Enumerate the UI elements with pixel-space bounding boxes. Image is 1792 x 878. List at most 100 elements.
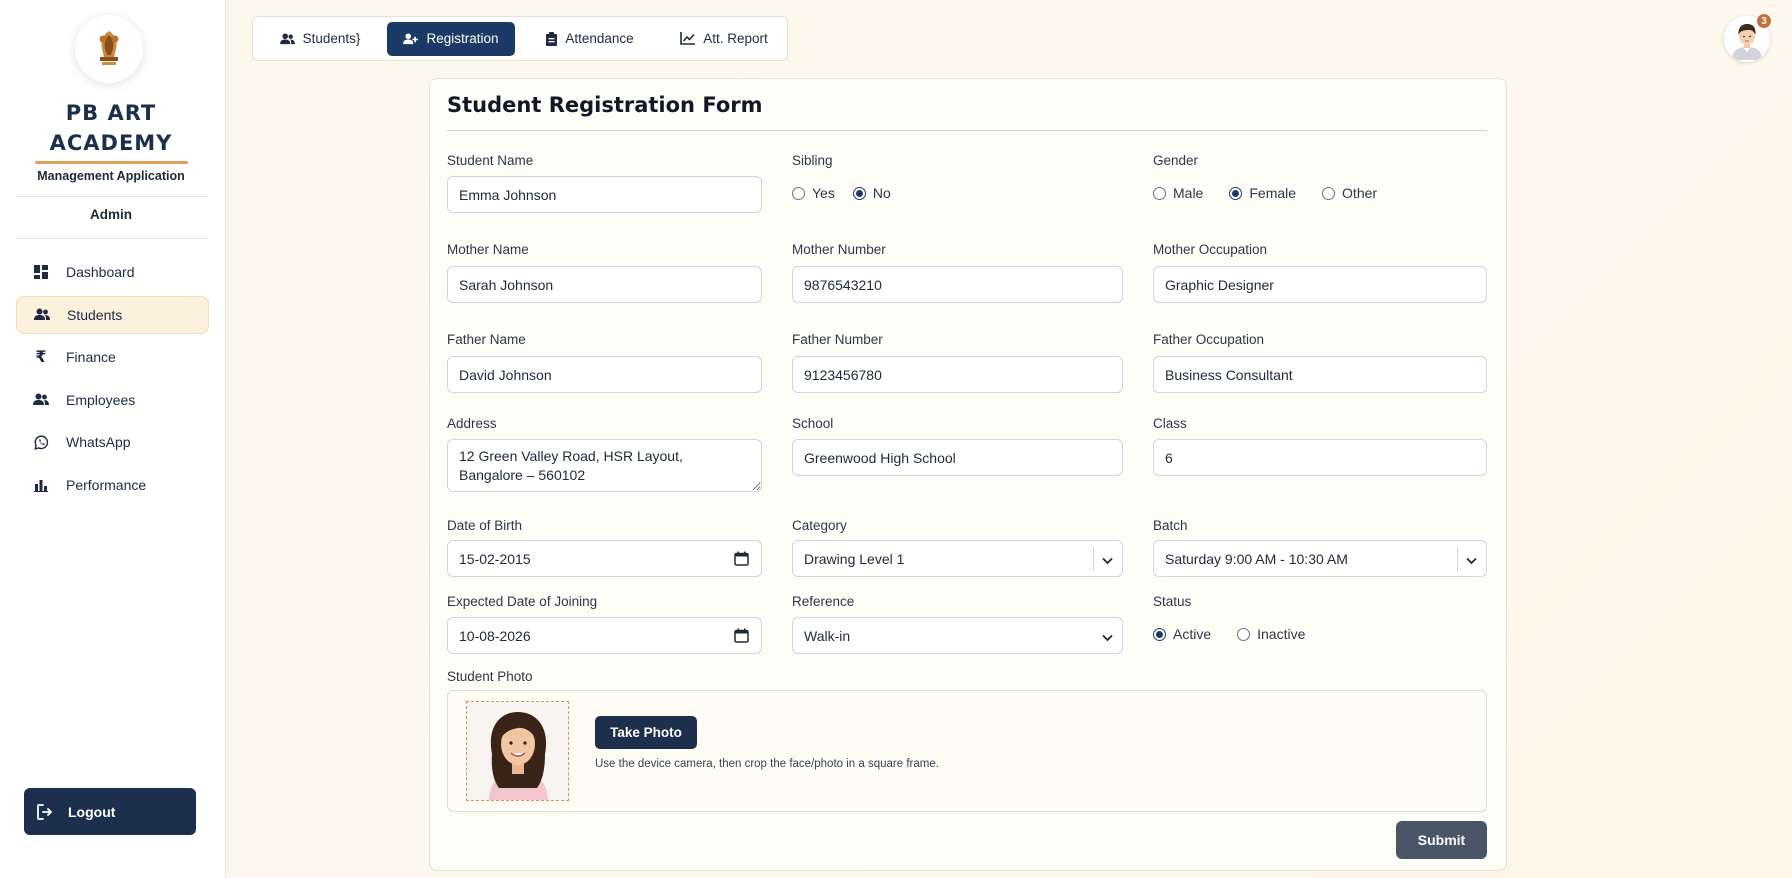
- reference-select[interactable]: Walk-in: [792, 617, 1123, 654]
- radio-label: Male: [1173, 185, 1204, 201]
- sidebar-item-label: WhatsApp: [66, 434, 131, 451]
- chevron-down-icon: [1102, 552, 1113, 568]
- user-role-label: Admin: [90, 207, 132, 222]
- radio-button[interactable]: [1153, 186, 1166, 200]
- sibling-label: Sibling: [792, 153, 833, 168]
- tab-label: Att. Report: [703, 31, 768, 46]
- school-field[interactable]: [792, 439, 1123, 476]
- radio-button[interactable]: [852, 186, 866, 200]
- student-photo-image: [467, 702, 568, 800]
- reference-label: Reference: [792, 594, 855, 609]
- father-occupation-field[interactable]: [1153, 356, 1487, 393]
- father-name-label: Father Name: [447, 332, 526, 347]
- chevron-down-icon: [1102, 629, 1113, 645]
- sibling-yes-option[interactable]: Yes: [792, 185, 835, 201]
- calendar-icon[interactable]: [734, 628, 749, 646]
- mother-number-label: Mother Number: [792, 242, 886, 257]
- address-field[interactable]: 12 Green Valley Road, HSR Layout, Bangal…: [447, 439, 762, 492]
- status-radio-group: Active Inactive: [1153, 626, 1323, 642]
- radio-button[interactable]: [1229, 186, 1243, 200]
- tab-att-report[interactable]: Att. Report: [661, 22, 787, 56]
- brand-title: PB ART ACADEMY: [0, 98, 222, 158]
- sidebar-item-students[interactable]: Students: [16, 295, 209, 334]
- batch-label: Batch: [1153, 518, 1188, 533]
- emblem-icon: [99, 31, 119, 65]
- line-chart-icon: [680, 32, 696, 45]
- reference-value: Walk-in: [804, 627, 851, 644]
- select-divider: [1093, 547, 1094, 571]
- sidebar-item-performance[interactable]: Performance: [16, 466, 209, 504]
- sidebar-item-finance[interactable]: ₹ Finance: [16, 338, 209, 376]
- users-icon: [33, 306, 51, 324]
- clipboard-icon: [546, 31, 558, 46]
- status-inactive-option[interactable]: Inactive: [1237, 626, 1305, 642]
- gender-label: Gender: [1153, 153, 1199, 168]
- registration-form-card: Student Registration Form Student Name S…: [429, 78, 1507, 871]
- gender-male-option[interactable]: Male: [1153, 185, 1203, 201]
- batch-value: Saturday 9:00 AM - 10:30 AM: [1165, 550, 1348, 567]
- sidebar-item-label: Performance: [66, 476, 147, 493]
- whatsapp-icon: [32, 433, 50, 451]
- radio-button[interactable]: [1322, 186, 1336, 200]
- tab-students[interactable]: Students }: [259, 22, 381, 56]
- radio-label: Other: [1342, 185, 1378, 201]
- logout-button[interactable]: Logout: [24, 788, 196, 835]
- category-select[interactable]: Drawing Level 1: [792, 540, 1123, 577]
- mother-name-label: Mother Name: [447, 242, 529, 257]
- sidebar-divider: [16, 196, 208, 197]
- student-photo-label: Student Photo: [447, 669, 533, 684]
- father-occupation-label: Father Occupation: [1153, 332, 1265, 347]
- category-value: Drawing Level 1: [804, 550, 905, 567]
- joining-date-input[interactable]: 10-08-2026: [447, 617, 762, 654]
- tab-registration[interactable]: Registration: [387, 21, 515, 56]
- mother-occupation-field[interactable]: [1153, 266, 1487, 303]
- sidebar-item-label: Employees: [66, 391, 136, 408]
- tab-attendance[interactable]: Attendance: [519, 22, 661, 56]
- dob-value: 15-02-2015: [459, 550, 531, 567]
- brand-title-line2: ACADEMY: [49, 131, 173, 155]
- father-name-field[interactable]: [447, 356, 762, 393]
- academy-logo: [75, 15, 143, 83]
- category-label: Category: [792, 518, 847, 533]
- school-label: School: [792, 416, 834, 431]
- tab-label: Registration: [426, 31, 499, 46]
- status-active-option[interactable]: Active: [1153, 626, 1211, 642]
- dashboard-icon: [32, 263, 50, 281]
- mother-name-field[interactable]: [447, 266, 762, 303]
- radio-label: No: [872, 185, 891, 201]
- photo-section: Take Photo Use the device camera, then c…: [447, 690, 1487, 812]
- gender-other-option[interactable]: Other: [1322, 185, 1377, 201]
- joining-date-label: Expected Date of Joining: [447, 594, 598, 609]
- radio-label: Inactive: [1257, 626, 1306, 642]
- father-number-label: Father Number: [792, 332, 883, 347]
- mother-occupation-label: Mother Occupation: [1153, 242, 1268, 257]
- class-label: Class: [1153, 416, 1187, 431]
- radio-button[interactable]: [1153, 627, 1166, 641]
- gender-female-option[interactable]: Female: [1229, 185, 1296, 201]
- rupee-icon: ₹: [35, 349, 47, 367]
- users-icon: [32, 391, 50, 409]
- sidebar-item-whatsapp[interactable]: WhatsApp: [16, 423, 209, 461]
- sibling-no-option[interactable]: No: [852, 185, 891, 201]
- logout-icon: [36, 803, 54, 821]
- calendar-icon[interactable]: [734, 551, 749, 569]
- submit-button[interactable]: Submit: [1396, 821, 1487, 859]
- father-number-field[interactable]: [792, 356, 1123, 393]
- radio-button[interactable]: [792, 186, 805, 200]
- sidebar-item-employees[interactable]: Employees: [16, 381, 209, 419]
- dob-date-input[interactable]: 15-02-2015: [447, 540, 762, 577]
- sidebar-nav: Dashboard Students ₹ Finance Employees W…: [16, 253, 209, 509]
- radio-button[interactable]: [1237, 627, 1251, 641]
- dob-label: Date of Birth: [447, 518, 523, 533]
- mother-number-field[interactable]: [792, 266, 1123, 303]
- page-title: Student Registration Form: [447, 93, 763, 117]
- take-photo-button[interactable]: Take Photo: [595, 716, 697, 749]
- student-name-field[interactable]: [447, 176, 762, 213]
- sidebar-item-label: Finance: [66, 349, 116, 366]
- batch-select[interactable]: Saturday 9:00 AM - 10:30 AM: [1153, 540, 1487, 577]
- class-field[interactable]: [1153, 439, 1487, 476]
- sidebar-item-dashboard[interactable]: Dashboard: [16, 253, 209, 291]
- top-tabs: Students } Registration Attendance Att. …: [252, 16, 788, 61]
- joining-date-value: 10-08-2026: [459, 627, 531, 644]
- user-avatar-button[interactable]: 3: [1724, 13, 1772, 64]
